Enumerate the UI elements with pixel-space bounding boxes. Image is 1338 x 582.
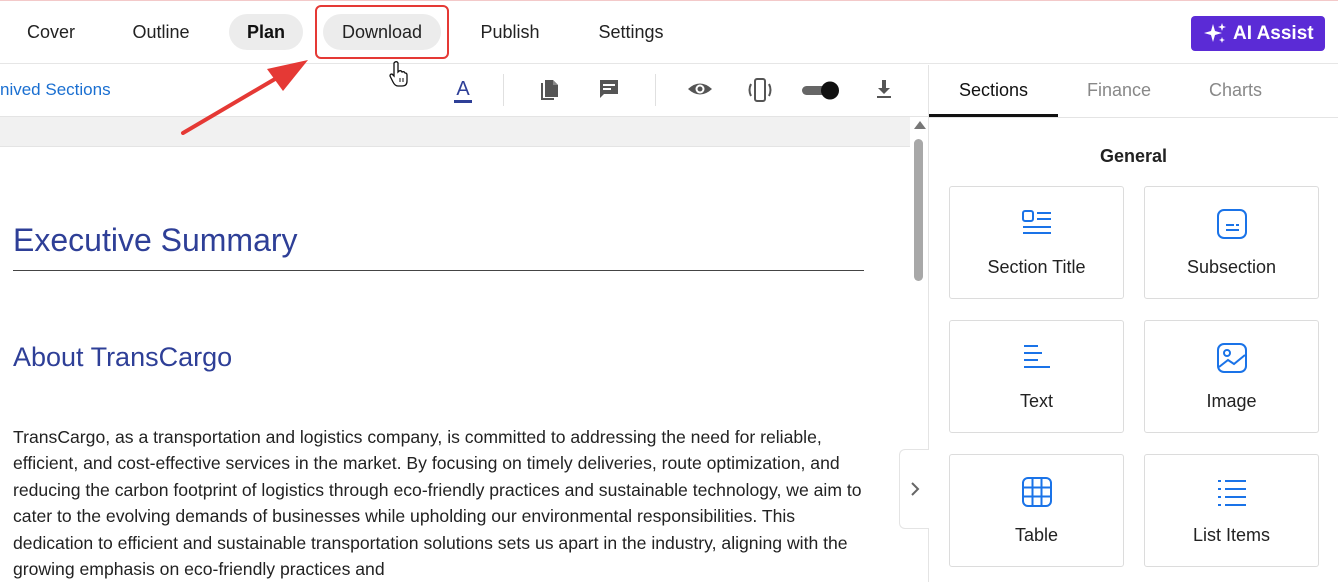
text-lines-icon (1023, 345, 1050, 368)
scrollbar-thumb[interactable] (914, 139, 923, 281)
image-icon (1216, 343, 1247, 373)
subsection-heading[interactable]: About TransCargo (13, 342, 232, 373)
text-color-icon[interactable]: A (450, 77, 476, 103)
svg-text:A: A (456, 78, 470, 100)
table-grid-icon (1021, 477, 1052, 507)
hand-cursor-icon (389, 61, 408, 87)
ai-assist-button[interactable]: AI Assist (1191, 16, 1325, 51)
tab-sections[interactable]: Sections (959, 80, 1028, 101)
toolbar-separator (655, 74, 656, 106)
mobile-view-icon[interactable] (746, 77, 772, 103)
section-heading[interactable]: Executive Summary (13, 222, 298, 259)
toolbar-separator (503, 74, 504, 106)
editor-toolbar: nived Sections A (0, 65, 928, 117)
tab-finance[interactable]: Finance (1087, 80, 1151, 101)
chevron-right-icon (910, 482, 919, 496)
sparkle-icon (1204, 22, 1226, 43)
body-paragraph[interactable]: TransCargo, as a transportation and logi… (13, 424, 873, 582)
scroll-up-arrow-icon[interactable] (914, 121, 926, 129)
card-section-title[interactable]: Section Title (949, 186, 1124, 299)
download-icon[interactable] (872, 77, 898, 103)
card-subsection[interactable]: Subsection (1144, 186, 1319, 299)
nav-tab-cover[interactable]: Cover (10, 14, 92, 50)
download-highlight-box (315, 5, 449, 59)
card-label: Subsection (1186, 257, 1277, 277)
card-label: Image (1206, 391, 1257, 411)
card-text[interactable]: Text (949, 320, 1124, 433)
card-label: List Items (1192, 525, 1271, 545)
subsection-icon (1216, 209, 1247, 239)
comment-icon[interactable] (597, 77, 623, 103)
preview-eye-icon[interactable] (687, 77, 713, 103)
document-canvas: Executive Summary About TransCargo Trans… (0, 117, 910, 582)
section-title-icon (1021, 210, 1051, 234)
pages-icon[interactable] (537, 77, 563, 103)
archived-sections-link[interactable]: nived Sections (0, 80, 111, 100)
active-tab-indicator (929, 114, 1058, 117)
card-list-items[interactable]: List Items (1144, 454, 1319, 567)
ai-assist-label: AI Assist (1233, 22, 1314, 44)
list-icon (1217, 480, 1246, 506)
annotation-arrow-icon (181, 60, 308, 135)
group-title: General (1099, 146, 1168, 166)
card-label: Table (1014, 525, 1059, 545)
nav-tab-plan[interactable]: Plan (229, 14, 303, 50)
heading-divider (13, 270, 864, 271)
card-label: Text (1019, 391, 1053, 411)
nav-tab-publish[interactable]: Publish (466, 14, 554, 50)
page-top-band (0, 117, 910, 147)
nav-tab-outline[interactable]: Outline (120, 14, 202, 50)
view-toggle-switch[interactable] (800, 77, 842, 103)
card-table[interactable]: Table (949, 454, 1124, 567)
card-image[interactable]: Image (1144, 320, 1319, 433)
collapse-panel-button[interactable] (899, 449, 929, 529)
nav-tab-settings[interactable]: Settings (588, 14, 674, 50)
side-panel-tabs: Sections Finance Charts (929, 65, 1338, 118)
tab-charts[interactable]: Charts (1209, 80, 1262, 101)
card-label: Section Title (987, 257, 1086, 277)
